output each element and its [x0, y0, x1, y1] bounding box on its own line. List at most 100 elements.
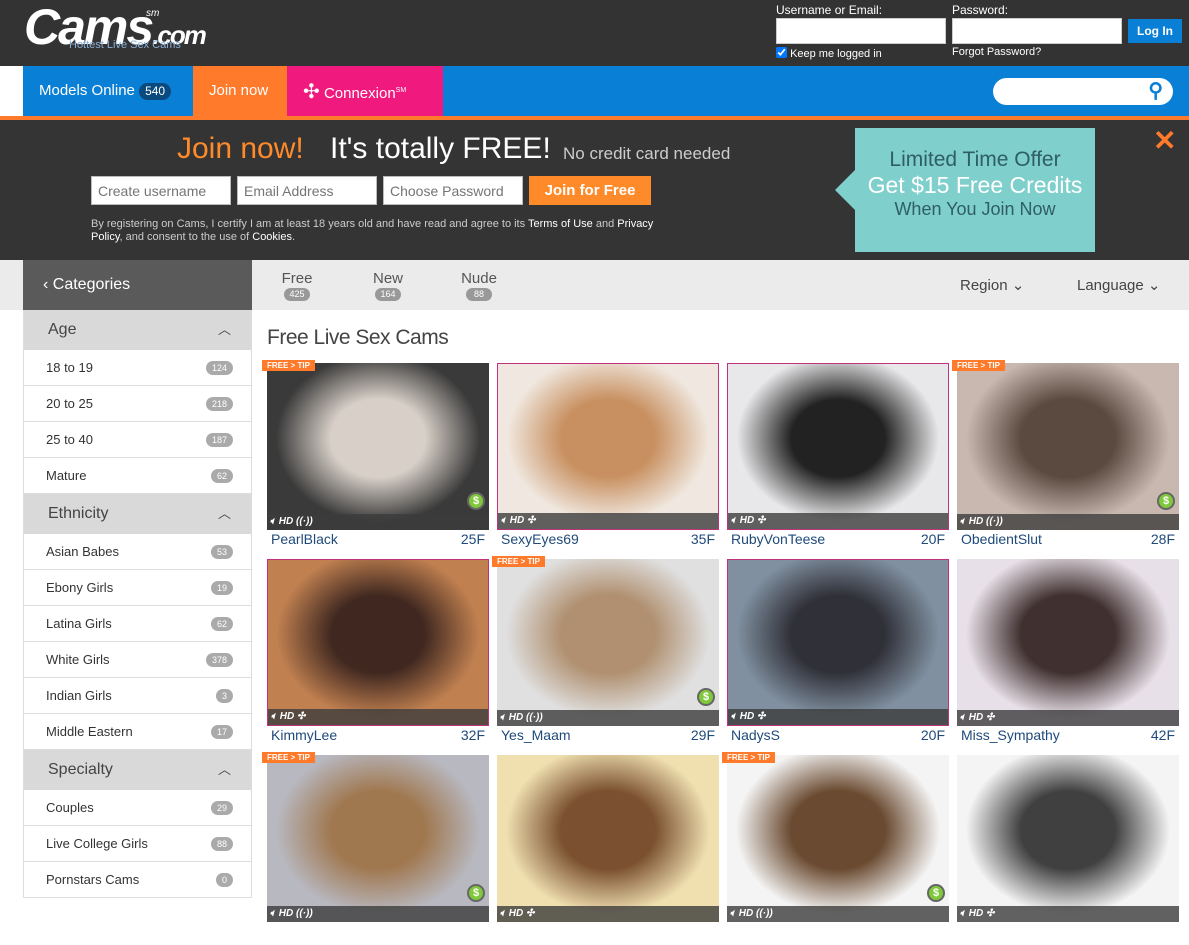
connexion-label: Connexion [323, 85, 396, 102]
model-thumbnail[interactable]: 🔈︎ HD ✣ [727, 559, 949, 726]
sidebar-item-count: 0 [215, 873, 233, 887]
sidebar-group-ethnicity[interactable]: Ethnicity ︿ [24, 494, 251, 534]
filter-tab-new[interactable]: New 164 [358, 270, 418, 301]
sidebar-item[interactable]: Indian Girls 3 [24, 678, 251, 714]
filter-tab-count: 164 [375, 288, 401, 301]
sidebar-item-label: Middle Eastern [46, 724, 133, 739]
join-now-tab[interactable]: Join now [193, 66, 287, 116]
model-thumbnail[interactable]: $ 🔈︎ HD ((·)) [267, 755, 489, 922]
model-card[interactable]: 🔈︎ HD ✣ SexyEyes69 35F [497, 363, 719, 553]
legal-1: By registering on Cams, I certify I am a… [91, 218, 528, 230]
sidebar-item[interactable]: 18 to 19 124 [24, 350, 251, 386]
logo[interactable]: Cams.com sm Hottest Live Sex Cams [24, 0, 207, 62]
sidebar-group-title: Age [48, 321, 77, 338]
hd-badge: HD [509, 515, 525, 526]
keep-logged-checkbox[interactable] [776, 47, 787, 58]
keep-logged-in[interactable]: Keep me logged in [776, 47, 882, 60]
sidebar-item[interactable]: White Girls 378 [24, 642, 251, 678]
model-thumbnail[interactable]: $ 🔈︎ HD ((·)) [497, 559, 719, 726]
model-card[interactable]: FREE > TIP $ 🔈︎ HD ((·)) Yes_Maam 29F [492, 556, 719, 749]
model-name[interactable]: KimmyLee [271, 727, 337, 743]
model-thumbnail[interactable]: 🔈︎ HD ✣ [267, 559, 489, 726]
connexion-tab[interactable]: ✣ ConnexionSM [287, 66, 443, 116]
model-name[interactable]: Yes_Maam [501, 727, 571, 743]
username-input[interactable] [776, 18, 946, 44]
password-input[interactable] [952, 18, 1122, 44]
model-thumbnail[interactable]: 🔈︎ HD ✣ [957, 755, 1179, 922]
create-username-input[interactable] [91, 176, 231, 205]
sidebar-item[interactable]: Pornstars Cams 0 [24, 862, 251, 898]
sidebar-item-count: 124 [205, 361, 233, 375]
search-icon[interactable]: ⚲ [1148, 78, 1163, 103]
sidebar-item[interactable]: Ebony Girls 19 [24, 570, 251, 606]
model-card[interactable]: 🔈︎ HD ✣ Miss_Sympathy 42F [957, 559, 1179, 749]
forgot-password-link[interactable]: Forgot Password? [952, 46, 1041, 58]
model-card[interactable]: 🔈︎ HD ✣ KimmyLee 32F [267, 559, 489, 749]
model-card[interactable]: 🔈︎ HD ✣ NadysS 20F [727, 559, 949, 749]
connexion-icon: ✣ [297, 711, 306, 722]
model-name[interactable]: Miss_Sympathy [961, 727, 1060, 743]
model-name[interactable]: ObedientSlut [961, 531, 1042, 547]
email-input[interactable] [237, 176, 377, 205]
model-card[interactable]: 🔈︎ HD ✣ RubyVonTeese 20F [727, 363, 949, 553]
sidebar-item[interactable]: Middle Eastern 17 [24, 714, 251, 750]
limited-offer-banner[interactable]: Limited Time Offer Get $15 Free Credits … [835, 128, 1095, 252]
sidebar-group-specialty[interactable]: Specialty ︿ [24, 750, 251, 790]
model-age: 20F [920, 531, 945, 547]
search-input[interactable]: ⚲ [993, 78, 1173, 105]
model-thumbnail[interactable]: $ 🔈︎ HD ((·)) [267, 363, 489, 530]
choose-password-input[interactable] [383, 176, 523, 205]
model-card[interactable]: 🔈︎ HD ✣ [497, 755, 719, 945]
model-thumbnail[interactable]: 🔈︎ HD ✣ [957, 559, 1179, 726]
filter-tab-free[interactable]: Free 425 [267, 270, 327, 301]
model-name[interactable]: SexyEyes69 [501, 531, 579, 547]
feature-bar: 🔈︎ HD ((·)) [497, 710, 719, 726]
region-dropdown[interactable]: Region ⌄ [960, 276, 1024, 294]
categories-toggle[interactable]: ‹ Categories [23, 260, 252, 310]
close-icon[interactable]: ✕ [1153, 124, 1176, 157]
language-dropdown[interactable]: Language ⌄ [1077, 276, 1161, 294]
login-button[interactable]: Log In [1128, 19, 1182, 43]
model-name[interactable]: PearlBlack [271, 531, 338, 547]
language-label: Language [1077, 277, 1144, 294]
sidebar-item[interactable]: Asian Babes 53 [24, 534, 251, 570]
sidebar-item[interactable]: 20 to 25 218 [24, 386, 251, 422]
model-thumbnail[interactable]: 🔈︎ HD ✣ [497, 755, 719, 922]
model-thumbnail[interactable]: 🔈︎ HD ✣ [497, 363, 719, 530]
sidebar-item[interactable]: Mature 62 [24, 458, 251, 494]
model-thumbnail[interactable]: $ 🔈︎ HD ((·)) [727, 755, 949, 922]
sidebar-item[interactable]: Live College Girls 88 [24, 826, 251, 862]
sidebar-item[interactable]: Couples 29 [24, 790, 251, 826]
model-thumbnail[interactable]: $ 🔈︎ HD ((·)) [957, 363, 1179, 530]
join-for-free-button[interactable]: Join for Free [529, 176, 651, 205]
hd-badge: HD [278, 516, 294, 527]
model-card[interactable]: FREE > TIP $ 🔈︎ HD ((·)) ObedientSlut 28… [952, 360, 1179, 553]
model-card[interactable]: FREE > TIP $ 🔈︎ HD ((·)) [262, 752, 489, 945]
model-name[interactable]: NadysS [731, 727, 780, 743]
model-thumbnail[interactable]: 🔈︎ HD ✣ [727, 363, 949, 530]
sidebar: Age ︿ 18 to 19 124 20 to 25 218 25 to 40 187 Mat… [23, 310, 252, 898]
broadcast-icon: ((·)) [296, 908, 313, 919]
free-tip-badge: FREE > TIP [492, 556, 545, 567]
filter-tab-nude[interactable]: Nude 88 [449, 270, 509, 301]
legal-text: By registering on Cams, I certify I am a… [91, 218, 681, 244]
sidebar-item-count: 218 [205, 397, 233, 411]
sidebar-item-label: Asian Babes [46, 544, 119, 559]
model-card[interactable]: FREE > TIP $ 🔈︎ HD ((·)) [722, 752, 949, 945]
model-card[interactable]: 🔈︎ HD ✣ [957, 755, 1179, 945]
sidebar-item-label: Ebony Girls [46, 580, 114, 595]
model-name[interactable]: RubyVonTeese [731, 531, 825, 547]
model-card[interactable]: FREE > TIP $ 🔈︎ HD ((·)) PearlBlack 25F [262, 360, 489, 553]
dollar-icon: $ [697, 688, 715, 706]
filter-tab-label: Nude [461, 270, 497, 287]
dollar-icon: $ [1157, 492, 1175, 510]
audio-icon: 🔈︎ [960, 908, 966, 919]
cookies-link[interactable]: Cookies [252, 231, 292, 243]
join-promo: Join now! It's totally FREE! No credit c… [0, 120, 1189, 260]
sidebar-item[interactable]: Latina Girls 62 [24, 606, 251, 642]
sidebar-group-age[interactable]: Age ︿ [24, 310, 251, 350]
models-online-tab[interactable]: Models Online 540 [23, 66, 193, 116]
sidebar-item[interactable]: 25 to 40 187 [24, 422, 251, 458]
hd-badge: HD [968, 712, 984, 723]
terms-link[interactable]: Terms of Use [528, 218, 593, 230]
